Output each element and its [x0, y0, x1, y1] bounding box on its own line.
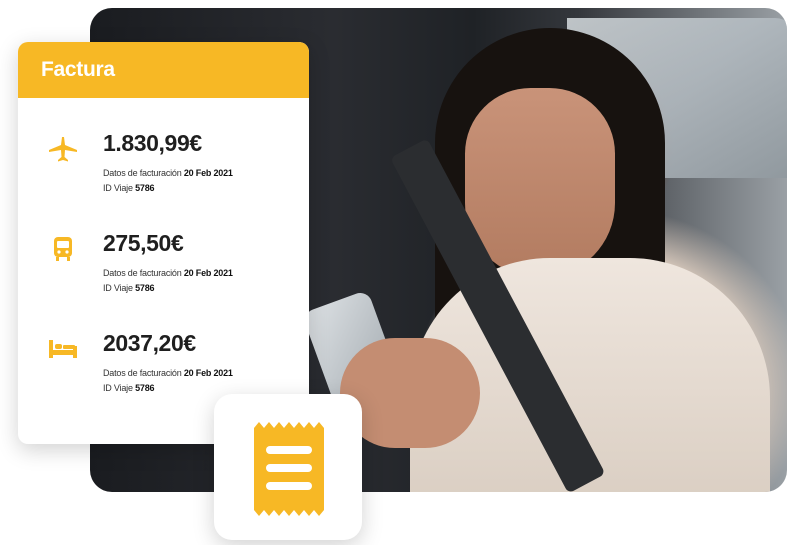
invoice-amount: 275,50€ [103, 230, 184, 256]
invoice-amount: 1.830,99€ [103, 130, 202, 156]
trip-id-label: ID Viaje [103, 183, 133, 193]
trip-id-label: ID Viaje [103, 383, 133, 393]
invoice-meta: Datos de facturación 20 Feb 2021 ID Viaj… [103, 166, 233, 196]
billing-date-value: 20 Feb 2021 [183, 368, 233, 378]
billing-date-label: Datos de facturación [103, 268, 182, 278]
trip-id-value: 5786 [135, 183, 155, 193]
train-icon [54, 237, 72, 261]
billing-date-value: 20 Feb 2021 [183, 168, 233, 178]
invoice-card: Factura 1.830,99€ Datos de facturación 2… [18, 42, 309, 444]
airplane-icon [49, 137, 77, 162]
woman-face [465, 88, 615, 278]
billing-date-label: Datos de facturación [103, 368, 182, 378]
bed-icon [49, 340, 77, 358]
trip-id-value: 5786 [135, 283, 155, 293]
invoice-meta: Datos de facturación 20 Feb 2021 ID Viaj… [103, 366, 233, 396]
trip-id-label: ID Viaje [103, 283, 133, 293]
billing-date-label: Datos de facturación [103, 168, 182, 178]
invoice-card-header: Factura [18, 42, 309, 98]
receipt-icon [254, 422, 324, 516]
invoice-amount: 2037,20€ [103, 330, 196, 356]
invoice-title: Factura [41, 58, 115, 81]
invoice-meta: Datos de facturación 20 Feb 2021 ID Viaj… [103, 266, 233, 296]
receipt-badge[interactable] [214, 394, 362, 540]
trip-id-value: 5786 [135, 383, 155, 393]
billing-date-value: 20 Feb 2021 [183, 268, 233, 278]
